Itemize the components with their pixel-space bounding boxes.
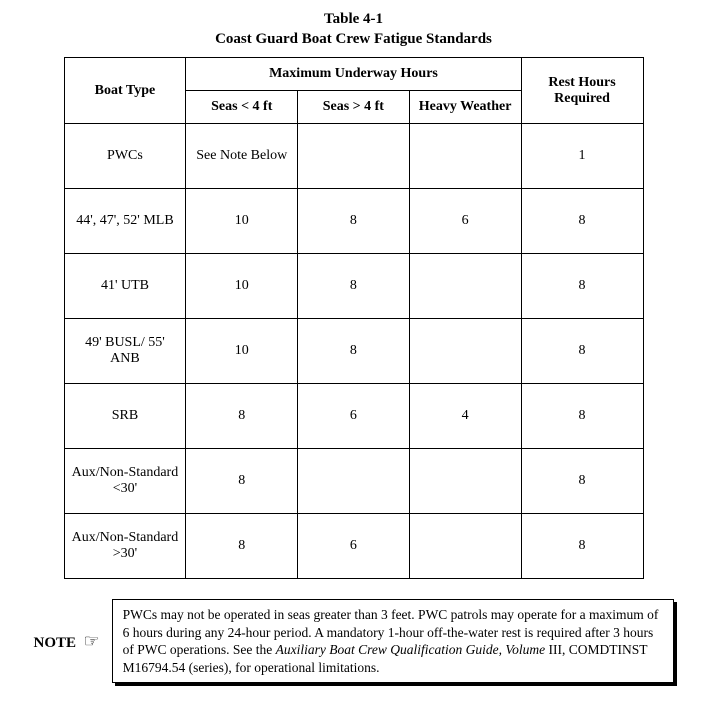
- cell-boat: PWCs: [64, 124, 186, 189]
- cell-seas-lt4: 8: [186, 449, 298, 514]
- note-label-wrap: NOTE ☞: [34, 631, 100, 652]
- table-row: Aux/Non-Standard <30' 8 8: [64, 449, 643, 514]
- cell-rest: 1: [521, 124, 643, 189]
- pointing-hand-icon: ☞: [84, 631, 100, 651]
- cell-heavy: [409, 124, 521, 189]
- cell-heavy: [409, 319, 521, 384]
- header-rest-hours: Rest Hours Required: [521, 58, 643, 124]
- cell-rest: 8: [521, 449, 643, 514]
- cell-rest: 8: [521, 319, 643, 384]
- table-row: 44', 47', 52' MLB 10 8 6 8: [64, 189, 643, 254]
- note-italic: Auxiliary Boat Crew Qualification Guide,…: [276, 642, 545, 657]
- cell-seas-gt4: 8: [298, 319, 409, 384]
- cell-boat: 44', 47', 52' MLB: [64, 189, 186, 254]
- fatigue-standards-table: Boat Type Maximum Underway Hours Rest Ho…: [64, 57, 644, 579]
- cell-heavy: [409, 254, 521, 319]
- cell-seas-lt4: 10: [186, 254, 298, 319]
- cell-seas-lt4: 8: [186, 384, 298, 449]
- cell-seas-lt4: 10: [186, 189, 298, 254]
- table-row: SRB 8 6 4 8: [64, 384, 643, 449]
- cell-boat: Aux/Non-Standard >30': [64, 514, 186, 579]
- header-seas-lt4: Seas < 4 ft: [186, 91, 298, 124]
- table-row: 41' UTB 10 8 8: [64, 254, 643, 319]
- cell-boat: 49' BUSL/ 55' ANB: [64, 319, 186, 384]
- table-row: 49' BUSL/ 55' ANB 10 8 8: [64, 319, 643, 384]
- cell-seas-gt4: [298, 124, 409, 189]
- caption-line1: Table 4-1: [324, 11, 383, 27]
- cell-heavy: 6: [409, 189, 521, 254]
- header-heavy-weather: Heavy Weather: [409, 91, 521, 124]
- cell-seas-lt4: 8: [186, 514, 298, 579]
- table-body: PWCs See Note Below 1 44', 47', 52' MLB …: [64, 124, 643, 579]
- cell-heavy: [409, 514, 521, 579]
- table-row: Aux/Non-Standard >30' 8 6 8: [64, 514, 643, 579]
- cell-seas-gt4: [298, 449, 409, 514]
- cell-seas-gt4: 8: [298, 254, 409, 319]
- cell-rest: 8: [521, 189, 643, 254]
- cell-rest: 8: [521, 384, 643, 449]
- caption-line2: Coast Guard Boat Crew Fatigue Standards: [215, 31, 492, 47]
- cell-heavy: 4: [409, 384, 521, 449]
- table-caption: Table 4-1 Coast Guard Boat Crew Fatigue …: [20, 10, 687, 49]
- cell-seas-lt4: 10: [186, 319, 298, 384]
- header-seas-gt4: Seas > 4 ft: [298, 91, 409, 124]
- cell-boat: SRB: [64, 384, 186, 449]
- note-box: PWCs may not be operated in seas greater…: [112, 599, 674, 683]
- cell-boat: Aux/Non-Standard <30': [64, 449, 186, 514]
- header-max-underway: Maximum Underway Hours: [186, 58, 521, 91]
- cell-seas-gt4: 8: [298, 189, 409, 254]
- header-boat-type: Boat Type: [64, 58, 186, 124]
- cell-rest: 8: [521, 514, 643, 579]
- cell-seas-gt4: 6: [298, 514, 409, 579]
- cell-rest: 8: [521, 254, 643, 319]
- note-section: NOTE ☞ PWCs may not be operated in seas …: [34, 599, 674, 683]
- table-row: PWCs See Note Below 1: [64, 124, 643, 189]
- cell-boat: 41' UTB: [64, 254, 186, 319]
- cell-seas-gt4: 6: [298, 384, 409, 449]
- cell-seas-lt4: See Note Below: [186, 124, 298, 189]
- cell-heavy: [409, 449, 521, 514]
- note-label: NOTE: [34, 635, 77, 651]
